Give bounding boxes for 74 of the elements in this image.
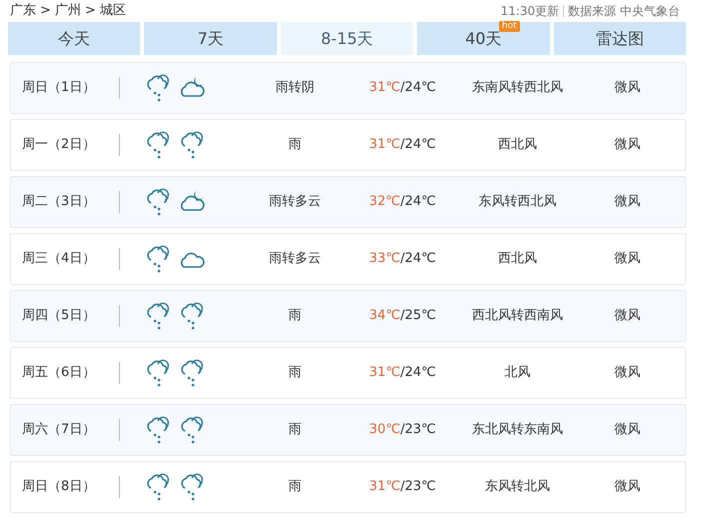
wind-force: 微风 — [614, 251, 640, 266]
wind-direction: 东北风转东南风 — [472, 422, 563, 438]
wind-force: 微风 — [614, 479, 640, 494]
weather-text: 雨转阴 — [274, 79, 316, 98]
day-label: 周六（7日） — [21, 421, 96, 440]
wind-direction: 西北风 — [498, 137, 537, 152]
weather-text: 雨 — [288, 307, 302, 326]
low-temp: /24℃ — [400, 80, 436, 96]
rain-icon — [146, 188, 172, 216]
wind-direction: 北风 — [504, 365, 530, 380]
day-label: 周一（2日） — [21, 136, 96, 154]
day-label: 周四（5日） — [21, 307, 96, 326]
breadcrumb-link[interactable]: 广州 — [54, 1, 81, 21]
high-temp: 31℃ — [369, 80, 400, 96]
weather-text: 雨 — [288, 136, 302, 154]
rain-icon — [146, 473, 172, 501]
rain-icon — [180, 473, 206, 501]
high-temp: 33℃ — [369, 251, 400, 266]
weather-text: 雨 — [288, 421, 302, 440]
low-temp: /23℃ — [400, 479, 436, 494]
high-temp: 32℃ — [369, 194, 400, 210]
update-time: 11:30更新 — [500, 3, 560, 20]
day-label: 周日（1日） — [21, 79, 96, 98]
wind-direction: 东南风转西北风 — [472, 80, 563, 96]
breadcrumb-separator: > — [84, 2, 96, 20]
wind-force: 微风 — [614, 365, 640, 380]
tab[interactable]: 8-15天 — [280, 22, 414, 55]
tab[interactable]: 雷达图 — [554, 22, 686, 55]
wind-force: 微风 — [614, 137, 640, 152]
rain-icon — [180, 131, 206, 159]
high-temp: 30℃ — [369, 422, 400, 438]
low-temp: /24℃ — [400, 251, 436, 266]
data-source: 数据来源 中央气象台 — [568, 3, 680, 20]
wind-force: 微风 — [614, 194, 640, 210]
weather-text: 雨 — [288, 364, 302, 382]
wind-direction: 东风转北风 — [485, 479, 550, 494]
weather-text: 雨转多云 — [268, 193, 322, 212]
wind-direction: 西北风 — [498, 251, 537, 266]
hot-badge: hot — [498, 21, 520, 32]
rain-icon — [146, 245, 172, 273]
low-temp: /23℃ — [400, 422, 436, 438]
rain-icon — [146, 74, 172, 102]
wind-force: 微风 — [614, 308, 640, 324]
day-label: 周日（8日） — [21, 478, 96, 496]
high-temp: 34℃ — [369, 308, 400, 324]
rain-icon — [146, 416, 172, 444]
tab[interactable]: 7天 — [144, 22, 277, 55]
rain-icon — [146, 131, 172, 159]
day-label: 周二（3日） — [21, 193, 96, 212]
day-label: 周三（4日） — [21, 250, 96, 268]
high-temp: 31℃ — [369, 365, 400, 380]
tab[interactable]: 40天 hot — [417, 22, 550, 55]
rain-icon — [180, 416, 206, 444]
breadcrumb-link[interactable]: 城区 — [100, 1, 126, 21]
low-temp: /24℃ — [400, 137, 436, 152]
tab[interactable]: 今天 — [8, 22, 140, 55]
wind-direction: 东风转西北风 — [478, 194, 556, 210]
low-temp: /24℃ — [400, 194, 436, 210]
wind-force: 微风 — [614, 422, 640, 438]
rain-icon — [180, 302, 206, 330]
wind-direction: 西北风转西南风 — [472, 308, 563, 324]
low-temp: /25℃ — [400, 308, 436, 324]
high-temp: 31℃ — [369, 137, 400, 152]
wind-force: 微风 — [614, 80, 640, 96]
day-label: 周五（6日） — [21, 364, 96, 382]
breadcrumb-separator: > — [40, 2, 51, 20]
breadcrumb-link[interactable]: 广东 — [10, 1, 36, 21]
rain-icon — [146, 359, 172, 387]
weather-text: 雨 — [288, 478, 302, 496]
rain-icon — [180, 359, 206, 387]
rain-icon — [146, 302, 172, 330]
high-temp: 31℃ — [369, 479, 400, 494]
weather-text: 雨转多云 — [268, 250, 322, 268]
low-temp: /24℃ — [400, 365, 436, 380]
